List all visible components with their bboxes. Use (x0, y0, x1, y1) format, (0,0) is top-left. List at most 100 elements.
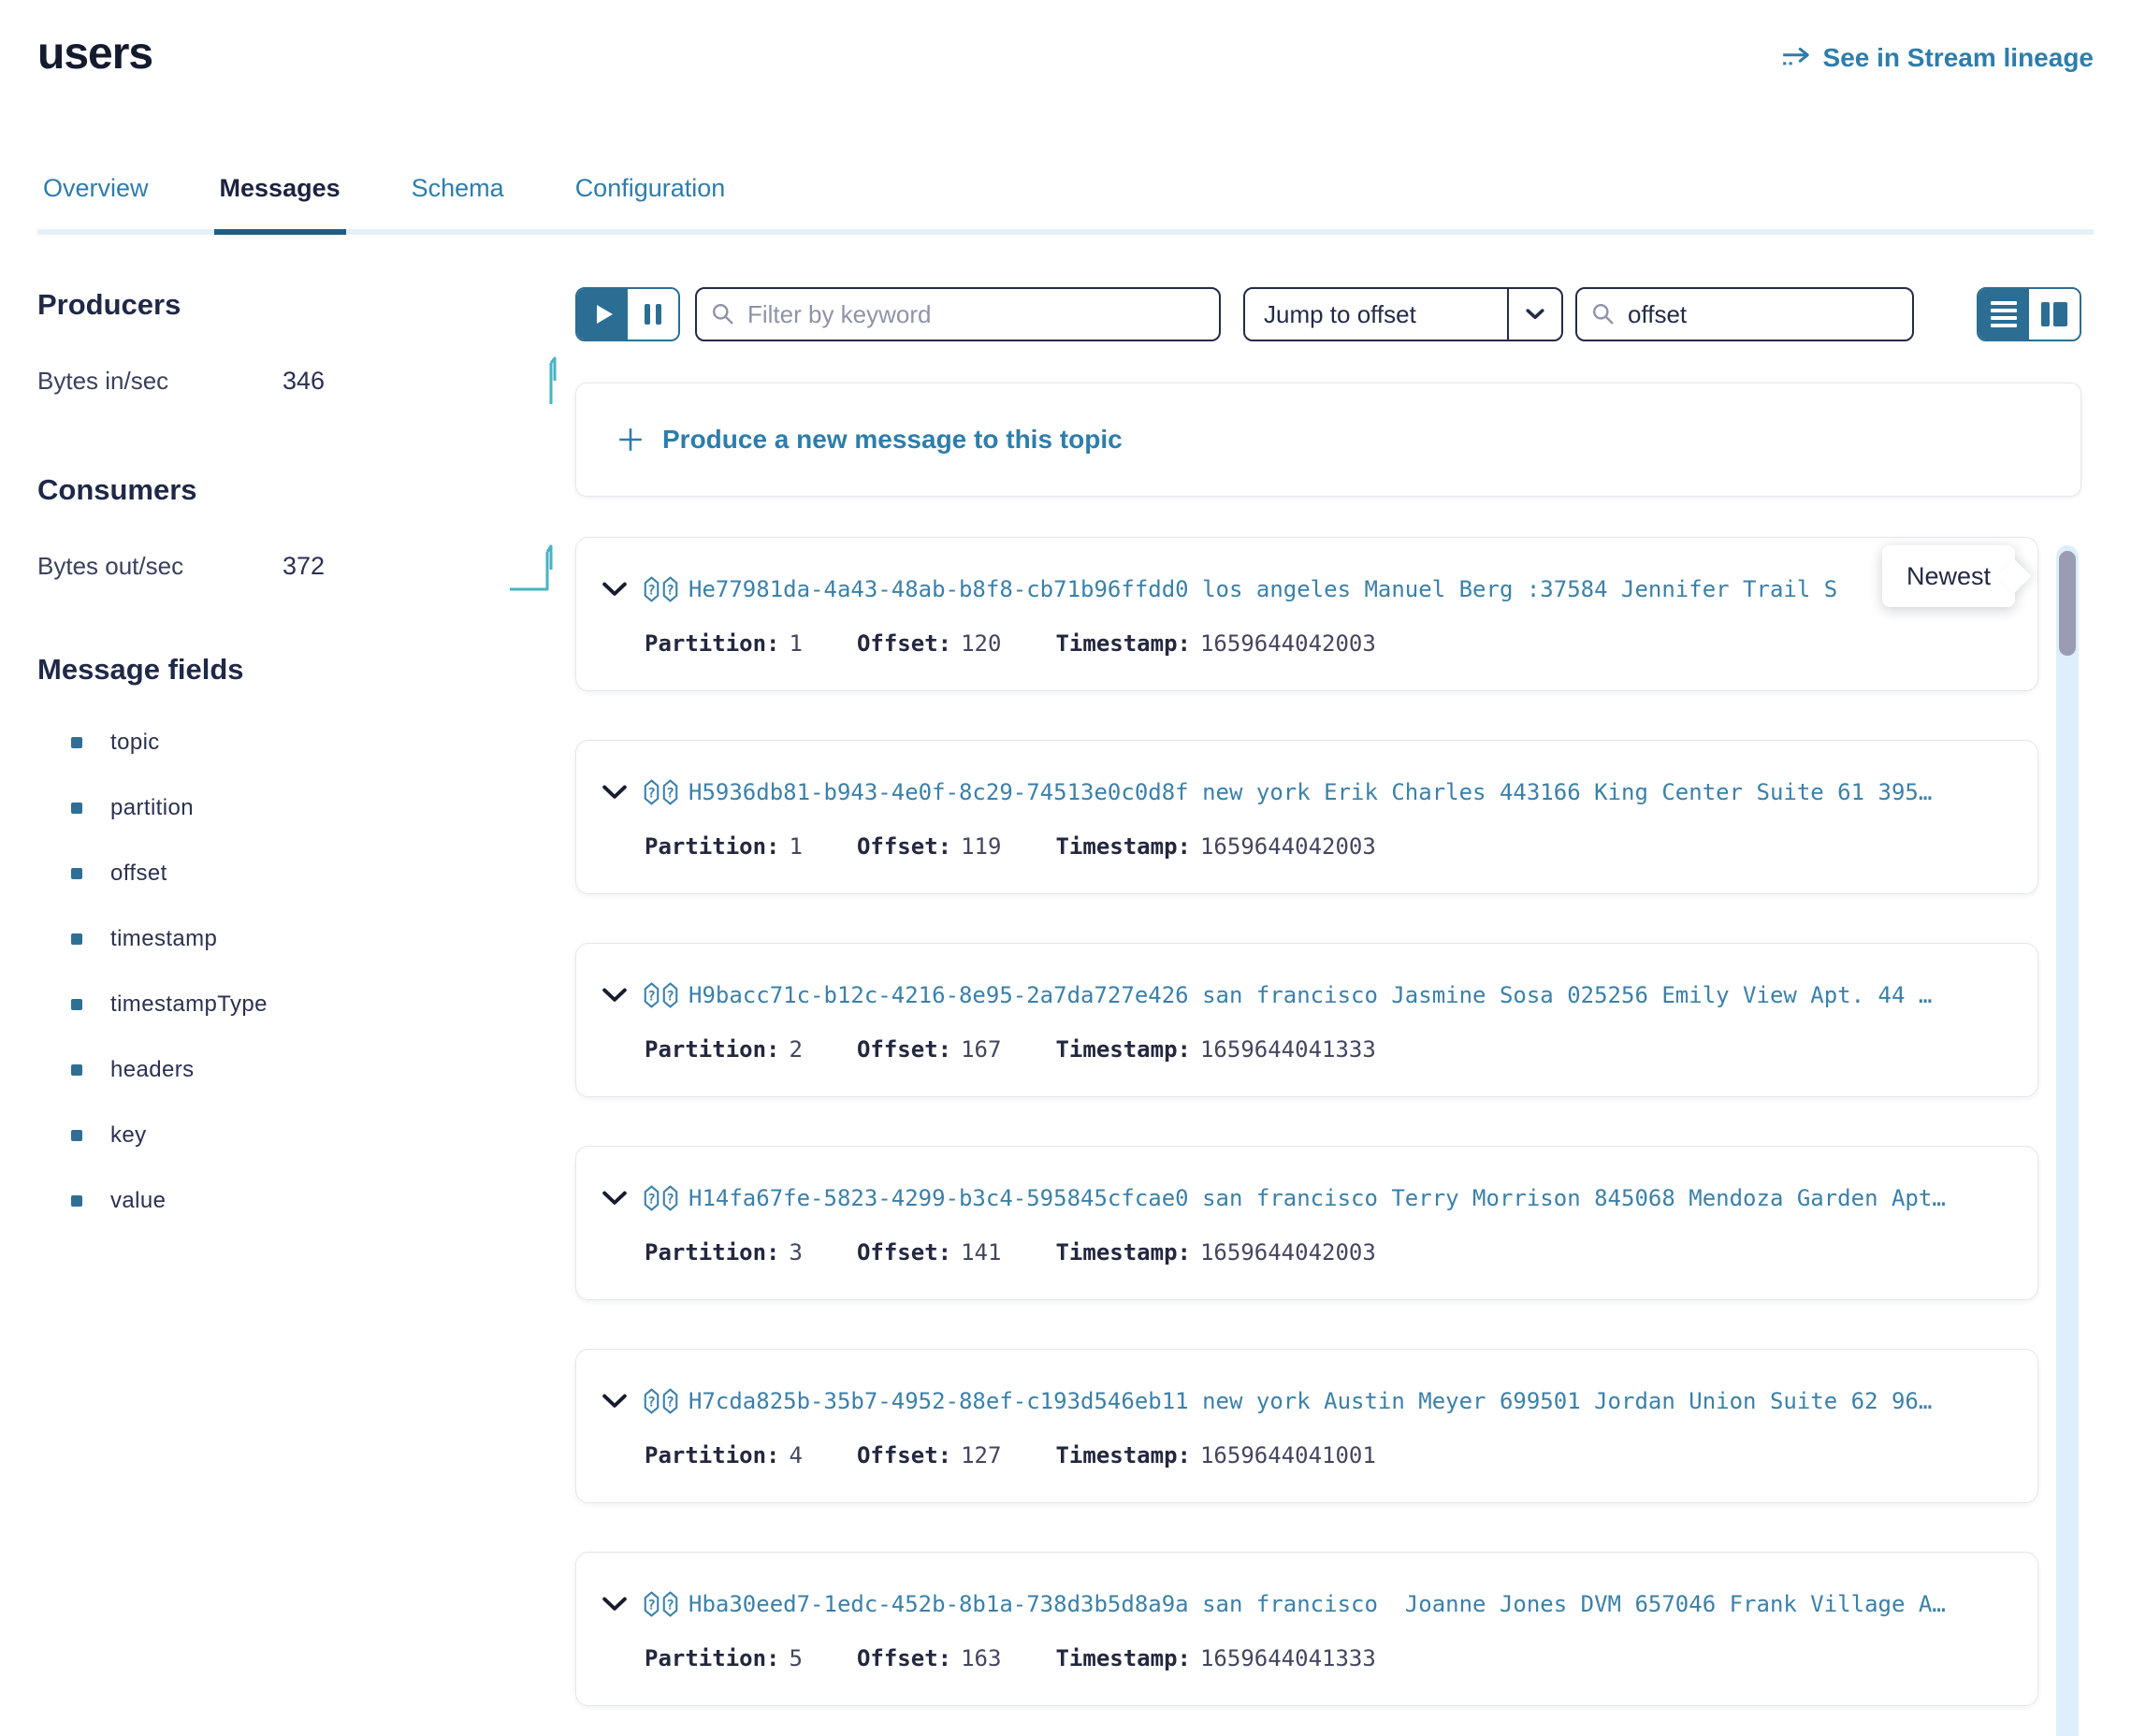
list-view-button[interactable] (1979, 289, 2029, 340)
offset-label: Offset: (857, 833, 951, 860)
timestamp-value: 1659644042003 (1200, 1239, 1376, 1266)
bytes-out-value: 372 (283, 552, 325, 581)
search-icon (712, 303, 734, 326)
bytes-in-sparkline (508, 354, 564, 407)
message-key-text: H14fa67fe-5823-4299-b3c4-595845cfcae0 sa… (689, 1185, 1946, 1211)
message-key-text: He77981da-4a43-48ab-b8f8-cb71b96ffdd0 lo… (689, 576, 1837, 602)
timestamp-value: 1659644041333 (1200, 1645, 1376, 1671)
field-item-value[interactable]: value (71, 1168, 575, 1234)
keyword-filter-input[interactable] (747, 300, 1204, 329)
key-glyph-icon (644, 1185, 678, 1211)
field-label: value (110, 1188, 166, 1214)
message-meta: Partition:3 Offset:141 Timestamp:1659644… (645, 1239, 2013, 1266)
message-row[interactable]: He77981da-4a43-48ab-b8f8-cb71b96ffdd0 lo… (575, 537, 2038, 691)
field-item-partition[interactable]: partition (71, 775, 575, 841)
message-meta: Partition:5 Offset:163 Timestamp:1659644… (645, 1645, 2013, 1671)
partition-label: Partition: (645, 1239, 780, 1266)
producers-heading: Producers (37, 287, 575, 323)
message-summary: He77981da-4a43-48ab-b8f8-cb71b96ffdd0 lo… (602, 573, 2013, 605)
timestamp-label: Timestamp: (1055, 630, 1191, 657)
jump-to-offset-select[interactable]: Jump to offset (1243, 287, 1563, 341)
field-item-headers[interactable]: headers (71, 1037, 575, 1103)
partition-label: Partition: (645, 1442, 780, 1468)
square-bullet-icon (71, 737, 82, 748)
square-bullet-icon (71, 1064, 82, 1076)
scrollbar-thumb[interactable] (2059, 551, 2076, 656)
expand-chevron-icon[interactable] (602, 1597, 627, 1612)
see-in-stream-lineage-link[interactable]: See in Stream lineage (1781, 43, 2094, 73)
pause-button[interactable] (628, 289, 678, 340)
stream-lineage-icon (1781, 47, 1811, 69)
key-glyph-icon (644, 576, 678, 602)
offset-search-input[interactable] (1628, 300, 1897, 329)
pause-icon (645, 304, 661, 325)
offset-value: 127 (961, 1442, 1001, 1468)
tab-messages[interactable]: Messages (214, 174, 346, 235)
expand-chevron-icon[interactable] (602, 582, 627, 597)
timestamp-label: Timestamp: (1055, 833, 1191, 860)
message-row[interactable]: H14fa67fe-5823-4299-b3c4-595845cfcae0 sa… (575, 1146, 2038, 1300)
offset-search-box (1575, 287, 1914, 341)
field-item-key[interactable]: key (71, 1103, 575, 1168)
partition-value: 4 (790, 1442, 803, 1468)
offset-value: 167 (961, 1036, 1001, 1063)
expand-chevron-icon[interactable] (602, 785, 627, 800)
tab-schema[interactable]: Schema (406, 174, 510, 229)
offset-value: 120 (961, 630, 1001, 657)
partition-value: 1 (790, 833, 803, 860)
message-key-text: H5936db81-b943-4e0f-8c29-74513e0c0d8f ne… (689, 779, 1932, 805)
offset-label: Offset: (857, 630, 951, 657)
view-mode-toggle (1977, 287, 2081, 341)
message-row[interactable]: Hba30eed7-1edc-452b-8b1a-738d3b5d8a9a sa… (575, 1552, 2038, 1706)
message-meta: Partition:2 Offset:167 Timestamp:1659644… (645, 1036, 2013, 1063)
tab-configuration[interactable]: Configuration (570, 174, 732, 229)
message-row[interactable]: H9bacc71c-b12c-4216-8e95-2a7da727e426 sa… (575, 943, 2038, 1097)
field-item-timestampType[interactable]: timestampType (71, 972, 575, 1037)
expand-chevron-icon[interactable] (602, 1394, 627, 1409)
search-icon (1592, 303, 1615, 326)
timestamp-label: Timestamp: (1055, 1442, 1191, 1468)
timestamp-label: Timestamp: (1055, 1239, 1191, 1266)
play-button[interactable] (577, 289, 628, 340)
offset-value: 119 (961, 833, 1001, 860)
field-label: partition (110, 795, 194, 821)
partition-label: Partition: (645, 1645, 780, 1671)
timestamp-label: Timestamp: (1055, 1645, 1191, 1671)
square-bullet-icon (71, 1195, 82, 1207)
field-label: topic (110, 730, 160, 756)
message-fields-heading: Message fields (37, 652, 575, 687)
message-key-text: H9bacc71c-b12c-4216-8e95-2a7da727e426 sa… (689, 982, 1932, 1008)
tab-overview[interactable]: Overview (37, 174, 154, 229)
message-key-text: H7cda825b-35b7-4952-88ef-c193d546eb11 ne… (689, 1388, 1932, 1414)
field-label: timestampType (110, 991, 268, 1018)
offset-value: 163 (961, 1645, 1001, 1671)
message-fields-list: topic partition offset timestamp timesta… (37, 710, 575, 1234)
live-mode-toggle (575, 287, 680, 341)
offset-label: Offset: (857, 1239, 951, 1266)
offset-label: Offset: (857, 1645, 951, 1671)
field-item-offset[interactable]: offset (71, 841, 575, 906)
bytes-in-label: Bytes in/sec (37, 367, 283, 396)
message-row[interactable]: H5936db81-b943-4e0f-8c29-74513e0c0d8f ne… (575, 740, 2038, 894)
newest-tooltip: Newest (1882, 545, 2015, 607)
card-view-icon (2041, 302, 2067, 326)
plus-icon (617, 427, 644, 453)
jump-to-offset-value: Jump to offset (1245, 289, 1507, 340)
expand-chevron-icon[interactable] (602, 988, 627, 1003)
message-list-scrollbar[interactable] (2056, 545, 2079, 1736)
field-item-timestamp[interactable]: timestamp (71, 906, 575, 972)
message-summary: H7cda825b-35b7-4952-88ef-c193d546eb11 ne… (602, 1385, 2013, 1417)
message-row[interactable]: H7cda825b-35b7-4952-88ef-c193d546eb11 ne… (575, 1349, 2038, 1503)
field-item-topic[interactable]: topic (71, 710, 575, 775)
play-icon (597, 305, 613, 324)
key-glyph-icon (644, 1591, 678, 1617)
expand-chevron-icon[interactable] (602, 1191, 627, 1206)
offset-label: Offset: (857, 1036, 951, 1063)
message-key-text: Hba30eed7-1edc-452b-8b1a-738d3b5d8a9a sa… (689, 1591, 1946, 1617)
partition-value: 1 (790, 630, 803, 657)
card-view-button[interactable] (2029, 289, 2080, 340)
messages-panel: Jump to offset (575, 287, 2081, 1706)
field-label: headers (110, 1057, 195, 1083)
sidebar: Producers Bytes in/sec 346 Consumers Byt… (37, 287, 575, 1706)
produce-message-button[interactable]: Produce a new message to this topic (575, 383, 2081, 497)
